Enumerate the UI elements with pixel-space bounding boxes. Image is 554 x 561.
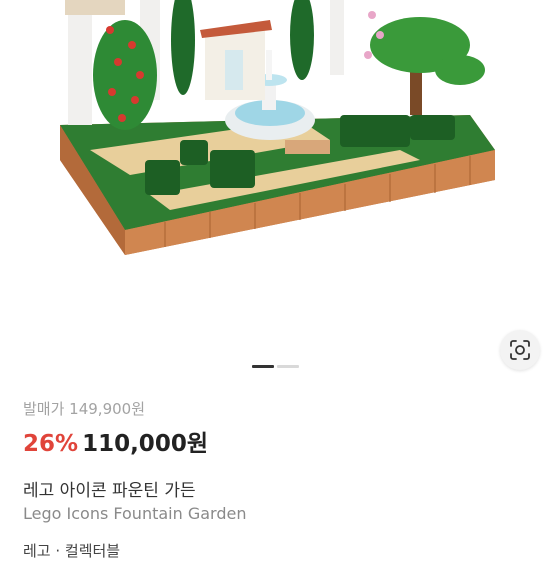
product-image[interactable]	[0, 0, 554, 360]
carousel-indicator	[252, 365, 299, 368]
original-price: 발매가 149,900원	[23, 400, 145, 418]
product-title-en: Lego Icons Fountain Garden	[23, 504, 247, 523]
product-title-ko: 레고 아이콘 파운틴 가든	[23, 481, 196, 501]
carousel-dot-active[interactable]	[252, 365, 274, 368]
lego-garden-illustration	[60, 0, 495, 255]
sale-price-row: 26% 110,000원	[23, 424, 208, 458]
brand-category[interactable]: 레고 · 컬렉터블	[23, 540, 120, 561]
lens-search-button[interactable]	[500, 330, 540, 370]
sale-price: 110,000원	[82, 431, 208, 457]
discount-rate: 26%	[23, 431, 79, 457]
lens-search-icon	[510, 340, 530, 360]
carousel-dot[interactable]	[277, 365, 299, 368]
